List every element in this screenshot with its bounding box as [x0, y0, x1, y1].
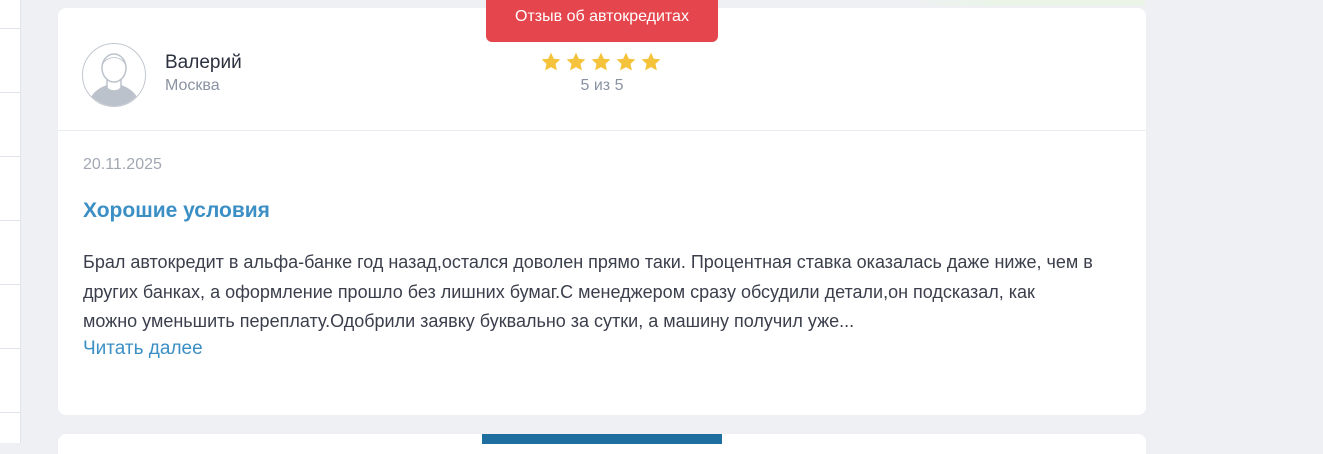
- author-city: Москва: [165, 77, 220, 94]
- star-icon: [541, 52, 561, 71]
- sidebar-divider: [0, 348, 20, 349]
- card-divider: [58, 130, 1146, 131]
- user-silhouette-icon: [88, 53, 140, 106]
- sidebar-divider: [0, 220, 20, 221]
- avatar: [82, 43, 146, 107]
- review-title[interactable]: Хорошие условия: [83, 199, 270, 223]
- next-review-card: [58, 434, 1146, 454]
- read-more-link[interactable]: Читать далее: [83, 338, 203, 360]
- star-icon: [566, 52, 586, 71]
- sidebar-divider: [0, 156, 20, 157]
- sidebar-divider: [0, 412, 20, 413]
- review-body: Брал автокредит в альфа-банке год назад,…: [83, 252, 1093, 331]
- review-category-badge[interactable]: Отзыв об автокредитах: [486, 0, 718, 42]
- star-icon: [616, 52, 636, 71]
- previous-card-edge: [895, 0, 1145, 6]
- review-date: 20.11.2025: [83, 156, 162, 173]
- star-icon: [591, 52, 611, 71]
- review-card: Отзыв об автокредитах Валерий Москва 5 и…: [58, 0, 1146, 415]
- sidebar-divider: [0, 28, 20, 29]
- star-icon: [641, 52, 661, 71]
- left-sidebar-edge: [0, 0, 21, 443]
- author-name: Валерий: [165, 52, 242, 73]
- rating-stars: [540, 51, 664, 73]
- rating-text: 5 из 5: [580, 77, 624, 94]
- sidebar-divider: [0, 284, 20, 285]
- sidebar-divider: [0, 92, 20, 93]
